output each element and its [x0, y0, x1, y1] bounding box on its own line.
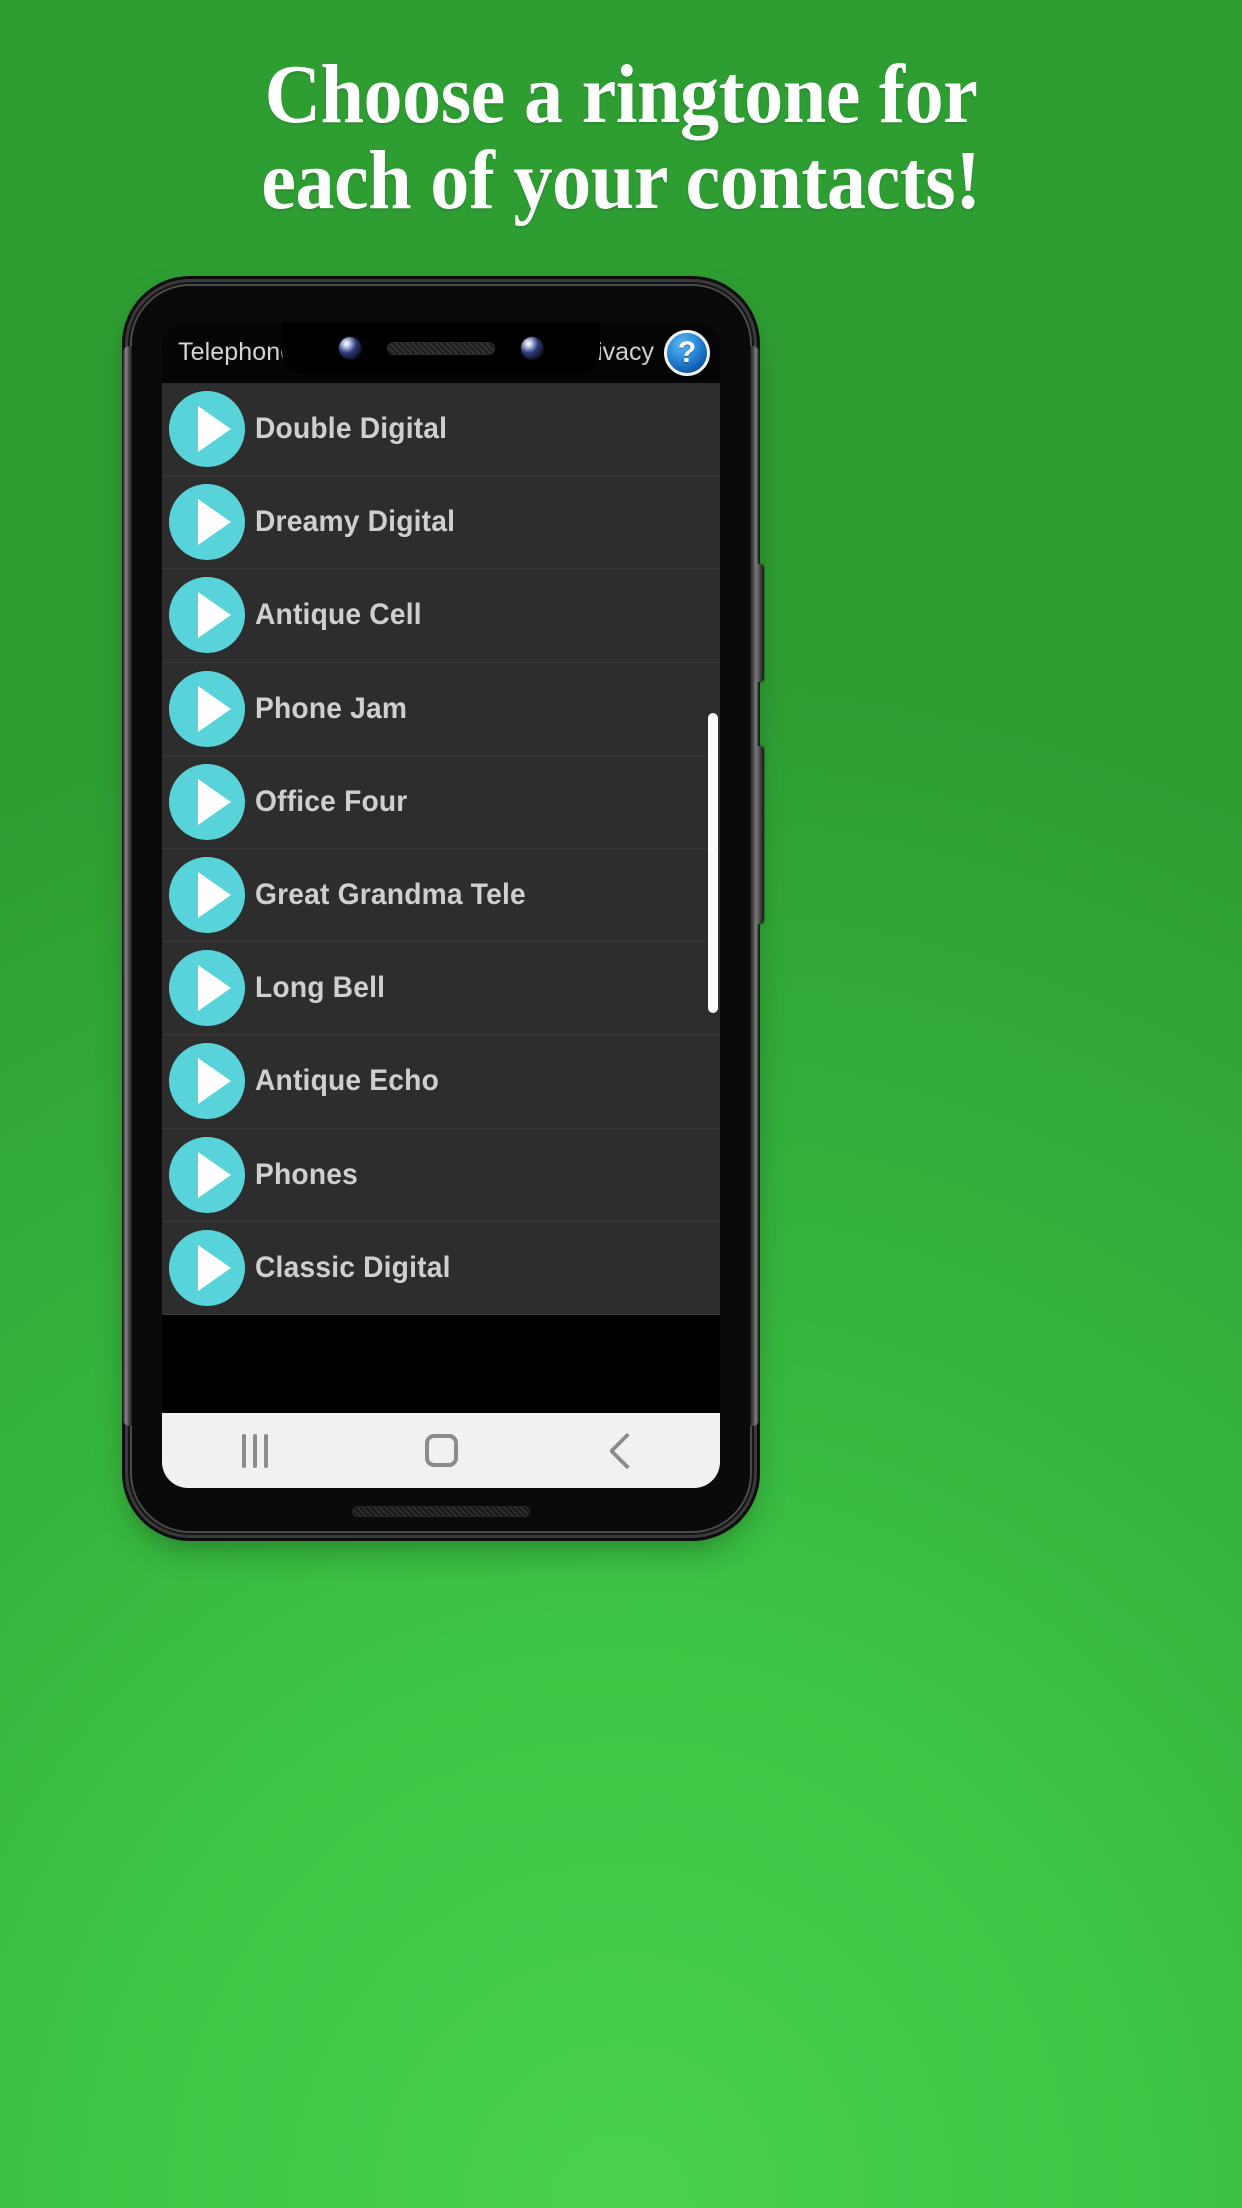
help-icon[interactable]: ? — [664, 329, 710, 376]
bottom-speaker-slot — [352, 1506, 530, 1517]
ringtone-name: Office Four — [255, 784, 408, 818]
ringtone-name: Classic Digital — [255, 1250, 451, 1284]
screen-filler — [162, 1315, 720, 1413]
list-item[interactable]: Dreamy Digital — [162, 476, 720, 570]
play-icon[interactable] — [169, 577, 245, 654]
ringtone-name: Great Grandma Tele — [255, 878, 526, 912]
headline-line-1: Choose a ringtone for — [264, 48, 978, 141]
ringtone-name: Double Digital — [255, 412, 448, 446]
play-icon[interactable] — [169, 1043, 245, 1120]
volume-button[interactable] — [756, 746, 764, 924]
list-item[interactable]: Office Four — [162, 755, 720, 849]
phone-device-frame: Telephone Ringt Privacy ? Double Digital… — [122, 286, 764, 1531]
phone-notch — [282, 322, 600, 374]
android-navigation-bar — [162, 1413, 720, 1488]
home-icon — [424, 1434, 458, 1467]
list-item[interactable]: Long Bell — [162, 942, 720, 1036]
front-camera-icon — [339, 337, 361, 359]
play-icon[interactable] — [169, 763, 245, 840]
front-camera-secondary-icon — [521, 337, 543, 359]
ringtone-name: Antique Echo — [255, 1064, 439, 1098]
home-button[interactable] — [386, 1413, 496, 1488]
recents-icon — [242, 1433, 268, 1468]
headline-line-2: each of your contacts! — [261, 134, 981, 227]
ringtone-name: Phones — [255, 1157, 358, 1191]
list-scrollbar[interactable] — [708, 713, 718, 1013]
earpiece-speaker — [387, 341, 495, 355]
list-item[interactable]: Great Grandma Tele — [162, 848, 720, 943]
play-icon[interactable] — [169, 1136, 245, 1213]
play-icon[interactable] — [169, 391, 245, 468]
promo-headline: Choose a ringtone for each of your conta… — [43, 52, 1198, 224]
ringtone-name: Phone Jam — [255, 691, 408, 725]
play-icon[interactable] — [169, 950, 245, 1027]
list-item[interactable]: Phone Jam — [162, 662, 720, 756]
play-icon[interactable] — [169, 1229, 245, 1306]
list-item[interactable]: Classic Digital — [162, 1221, 720, 1315]
play-icon[interactable] — [169, 670, 245, 747]
recents-button[interactable] — [200, 1413, 310, 1488]
ringtone-name: Dreamy Digital — [255, 505, 456, 539]
list-item[interactable]: Antique Cell — [162, 569, 720, 663]
list-item[interactable]: Double Digital — [162, 383, 720, 477]
back-icon — [608, 1432, 646, 1469]
power-button[interactable] — [756, 564, 764, 682]
play-icon[interactable] — [169, 484, 245, 561]
play-icon[interactable] — [169, 857, 245, 934]
ringtone-name: Antique Cell — [255, 598, 422, 632]
list-item[interactable]: Phones — [162, 1128, 720, 1222]
phone-screen: Telephone Ringt Privacy ? Double Digital… — [162, 322, 720, 1488]
list-item[interactable]: Antique Echo — [162, 1035, 720, 1129]
ringtone-name: Long Bell — [255, 971, 386, 1005]
back-button[interactable] — [572, 1413, 682, 1488]
ringtone-list[interactable]: Double Digital Dreamy Digital Antique Ce… — [162, 383, 720, 1315]
